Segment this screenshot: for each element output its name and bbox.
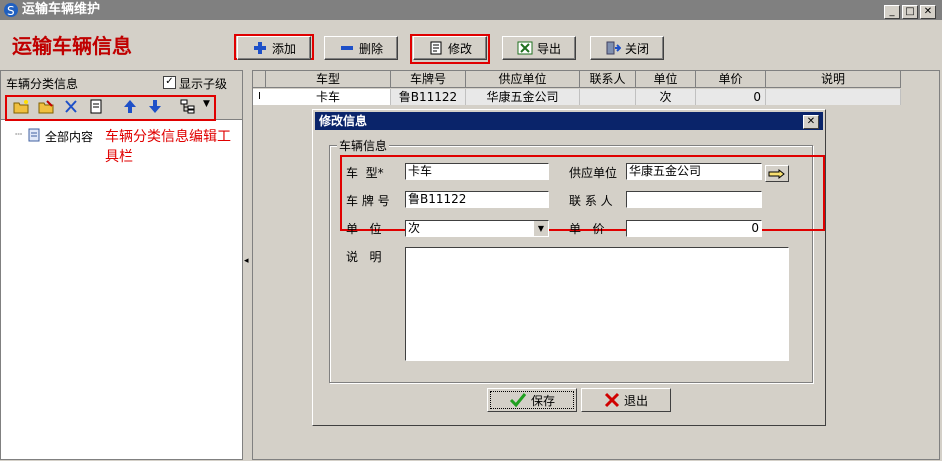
maximize-button[interactable]: □ bbox=[902, 5, 918, 19]
category-toolbar-highlight bbox=[5, 95, 216, 121]
supplier-label: 供应单位 bbox=[569, 166, 618, 180]
export-button[interactable]: 导出 bbox=[502, 36, 576, 60]
tree-root-item[interactable]: 全部内容 bbox=[45, 128, 93, 145]
contact-field[interactable] bbox=[626, 191, 762, 208]
edit-button-label: 修改 bbox=[447, 41, 472, 56]
note-textarea[interactable] bbox=[405, 247, 789, 361]
cell-price[interactable]: 0 bbox=[696, 89, 766, 105]
exit-door-icon bbox=[606, 41, 621, 55]
supplier-field[interactable]: 华康五金公司 bbox=[626, 163, 762, 180]
dialog-titlebar: 修改信息 ✕ bbox=[315, 112, 823, 130]
row-indicator: I bbox=[253, 89, 266, 105]
supplier-lookup-button[interactable] bbox=[765, 165, 789, 182]
exit-button-label: 退出 bbox=[623, 393, 648, 408]
dialog-close-button[interactable]: ✕ bbox=[803, 115, 819, 129]
minus-icon bbox=[340, 46, 353, 50]
window-title: 运输车辆维护 bbox=[22, 2, 101, 17]
chevron-left-icon[interactable]: ◂ bbox=[244, 256, 249, 266]
show-children-checkbox[interactable]: ✓ bbox=[163, 76, 176, 89]
type-label: 车 型* bbox=[346, 166, 384, 180]
add-button[interactable]: 添加 bbox=[237, 36, 311, 60]
edit-button[interactable]: 修改 bbox=[413, 36, 487, 60]
cell-type[interactable]: 卡车 bbox=[266, 89, 391, 105]
tree-connector: ┄ bbox=[15, 127, 23, 141]
grid-header-unit[interactable]: 单位 bbox=[636, 71, 696, 88]
note-label: 说 明 bbox=[346, 250, 382, 264]
close-button-label: 关闭 bbox=[624, 41, 649, 56]
grid-header-type[interactable]: 车型 bbox=[266, 71, 391, 88]
chevron-down-icon[interactable]: ▼ bbox=[534, 221, 548, 236]
dialog-title: 修改信息 bbox=[319, 114, 368, 128]
unit-select[interactable]: 次 ▼ bbox=[405, 220, 549, 237]
delete-button[interactable]: 删除 bbox=[324, 36, 398, 60]
excel-icon bbox=[517, 41, 533, 55]
grid-header-supplier[interactable]: 供应单位 bbox=[466, 71, 580, 88]
save-button[interactable]: 保存 bbox=[487, 388, 577, 412]
app-icon: S bbox=[4, 3, 18, 18]
category-panel: 车辆分类信息 ✓ 显示子级 ▼ ┄ 全部内容 车辆分类信息编辑工具栏 bbox=[0, 70, 243, 460]
grid-header-contact[interactable]: 联系人 bbox=[580, 71, 636, 88]
panel-splitter[interactable]: ◂ bbox=[243, 70, 252, 460]
plate-field[interactable]: 鲁B11122 bbox=[405, 191, 549, 208]
page-title: 运输车辆信息 bbox=[12, 34, 132, 58]
minimize-button[interactable]: _ bbox=[884, 5, 900, 19]
price-field[interactable]: 0 bbox=[626, 220, 762, 237]
plate-label: 车 牌 号 bbox=[346, 194, 390, 208]
close-window-button[interactable]: ✕ bbox=[920, 5, 936, 19]
tree-node-icon bbox=[28, 128, 40, 142]
grid-header-note[interactable]: 说明 bbox=[766, 71, 901, 88]
unit-select-value: 次 bbox=[408, 221, 421, 235]
delete-button-label: 删除 bbox=[358, 41, 383, 56]
cell-contact[interactable] bbox=[580, 89, 636, 105]
cell-plate[interactable]: 鲁B11122 bbox=[391, 89, 466, 105]
export-button-label: 导出 bbox=[536, 41, 561, 56]
grid-header-price[interactable]: 单价 bbox=[696, 71, 766, 88]
save-button-label: 保存 bbox=[530, 393, 555, 408]
toolbar-annotation: 车辆分类信息编辑工具栏 bbox=[105, 129, 231, 165]
unit-label: 单 位 bbox=[346, 222, 382, 236]
row-indicator-header bbox=[253, 71, 266, 88]
window-titlebar: S 运输车辆维护 _ □ ✕ bbox=[0, 0, 942, 20]
grid-header-plate[interactable]: 车牌号 bbox=[391, 71, 466, 88]
vehicle-info-group-label: 车辆信息 bbox=[337, 137, 390, 154]
price-label: 单 价 bbox=[569, 222, 605, 236]
hand-pointer-icon bbox=[768, 168, 785, 180]
show-children-label: 显示子级 bbox=[179, 77, 228, 91]
red-x-icon bbox=[604, 392, 620, 408]
type-field[interactable]: 卡车 bbox=[405, 163, 549, 180]
category-panel-title: 车辆分类信息 bbox=[6, 77, 79, 91]
checkmark-icon bbox=[509, 393, 527, 408]
cell-supplier[interactable]: 华康五金公司 bbox=[466, 89, 580, 105]
category-panel-header: 车辆分类信息 ✓ 显示子级 bbox=[1, 71, 242, 93]
contact-label: 联 系 人 bbox=[569, 194, 613, 208]
edit-document-icon bbox=[430, 41, 442, 55]
close-button[interactable]: 关闭 bbox=[590, 36, 664, 60]
plus-icon bbox=[253, 42, 266, 54]
edit-dialog: 修改信息 ✕ 车辆信息 车 型* 卡车 供应单位 华康五金公司 车 牌 号 鲁B… bbox=[312, 109, 826, 426]
cell-note[interactable] bbox=[766, 89, 901, 105]
add-button-label: 添加 bbox=[271, 41, 296, 56]
exit-button[interactable]: 退出 bbox=[581, 388, 671, 412]
cell-unit[interactable]: 次 bbox=[636, 89, 696, 105]
svg-text:S: S bbox=[7, 4, 15, 18]
